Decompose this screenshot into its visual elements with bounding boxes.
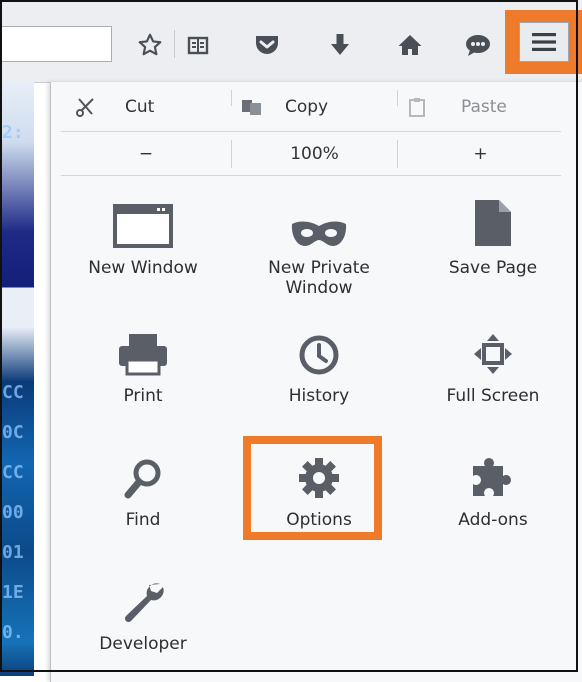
full-screen-label: Full Screen [446, 386, 540, 406]
full-screen-button[interactable]: Full Screen [407, 320, 579, 406]
options-highlight [243, 436, 382, 540]
fullscreen-icon [472, 320, 514, 376]
zoom-level: 100% [290, 144, 339, 164]
zoom-out-button[interactable]: − [61, 132, 231, 176]
clock-icon [298, 320, 340, 376]
paste-label: Paste [461, 97, 507, 117]
zoom-in-button[interactable]: + [398, 132, 563, 176]
new-window-button[interactable]: New Window [57, 192, 229, 278]
star-icon[interactable] [131, 26, 169, 64]
window-icon [113, 192, 173, 248]
developer-label: Developer [99, 634, 187, 654]
chat-icon[interactable] [459, 26, 497, 64]
zoom-reset-button[interactable]: 100% [232, 132, 397, 176]
new-window-label: New Window [88, 258, 198, 278]
find-label: Find [125, 510, 161, 530]
cut-button[interactable]: Cut [75, 82, 225, 132]
menu-button-highlight [505, 10, 582, 74]
save-page-button[interactable]: Save Page [407, 192, 579, 278]
menu-panel: Cut Copy Paste − 100% + New Window New P… [50, 82, 582, 682]
new-private-window-button[interactable]: New Private Window [233, 192, 405, 298]
copy-icon [242, 100, 261, 115]
magnifier-icon [123, 444, 163, 500]
scissors-icon [76, 98, 94, 117]
pocket-icon[interactable] [248, 26, 286, 64]
reader-icon[interactable] [179, 26, 217, 64]
history-button[interactable]: History [233, 320, 405, 406]
puzzle-icon [469, 444, 517, 500]
find-button[interactable]: Find [57, 444, 229, 530]
add-ons-button[interactable]: Add-ons [407, 444, 579, 530]
private-mask-icon [290, 192, 348, 248]
zoom-controls: − 100% + [51, 132, 582, 176]
cut-label: Cut [125, 97, 155, 117]
wrench-icon [120, 568, 166, 624]
copy-label: Copy [285, 97, 329, 117]
print-label: Print [123, 386, 163, 406]
add-ons-label: Add-ons [458, 510, 528, 530]
printer-icon [117, 320, 169, 376]
developer-button[interactable]: Developer [57, 568, 229, 654]
page-background: 2: CC 0C CC 00 01 1E 0. [0, 82, 34, 676]
save-page-label: Save Page [448, 258, 538, 278]
browser-toolbar [0, 0, 582, 83]
paste-button[interactable]: Paste [407, 82, 567, 132]
hamburger-menu-icon[interactable] [519, 22, 569, 62]
copy-button[interactable]: Copy [241, 82, 391, 132]
zoom-out-icon: − [138, 144, 154, 164]
search-input[interactable] [0, 26, 112, 62]
download-icon[interactable] [321, 26, 359, 64]
clipboard-icon [409, 98, 425, 117]
home-icon[interactable] [391, 26, 429, 64]
print-button[interactable]: Print [57, 320, 229, 406]
page-icon [473, 192, 513, 248]
history-label: History [288, 386, 350, 406]
edit-controls: Cut Copy Paste [51, 82, 582, 132]
zoom-in-icon: + [473, 144, 488, 164]
new-private-window-label: New Private Window [268, 258, 370, 298]
